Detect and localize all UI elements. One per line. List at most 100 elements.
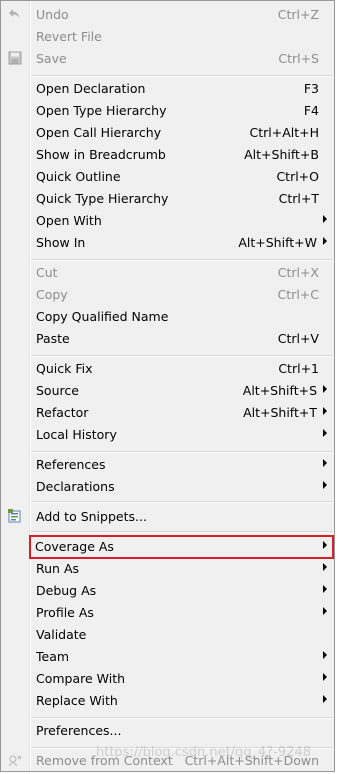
menu-item-shortcut: Alt+Shift+S [242,383,317,398]
separator [31,75,333,77]
menu-item-label: Show In [36,235,86,250]
menu-item-label: Declarations [36,479,115,494]
menu-item-label: Paste [36,331,70,346]
menu-item-label: Show in Breadcrumb [36,147,166,162]
menu-item-team[interactable]: Team [31,646,333,668]
separator [31,259,333,261]
menu-item-label: Revert File [36,29,102,44]
menu-item-label: Refactor [36,405,89,420]
menu-item-shortcut: Ctrl+Z [277,7,319,22]
menu-item-label: Team [36,649,70,664]
menu-item-shortcut: Ctrl+S [278,51,319,66]
submenu-arrow-icon [323,237,327,245]
menu-item-label: Quick Fix [36,361,93,376]
icon-gutter [1,1,29,771]
separator [31,717,333,719]
menu-item-save: Save Ctrl+S [31,48,333,70]
menu-item-undo: Undo Ctrl+Z [31,4,333,26]
snippet-icon [8,509,21,523]
submenu-arrow-icon [323,651,327,659]
menu-item-cut: Cut Ctrl+X [31,262,333,284]
menu-item-label: Copy Qualified Name [36,309,169,324]
menu-item-shortcut: F4 [303,103,319,118]
menu-item-open-call-hierarchy[interactable]: Open Call Hierarchy Ctrl+Alt+H [31,122,333,144]
separator [31,501,333,503]
menu-item-shortcut: Ctrl+Alt+H [249,125,319,140]
menu-item-debug-as[interactable]: Debug As [31,580,333,602]
menu-item-copy: Copy Ctrl+C [31,284,333,306]
menu-item-revert-file: Revert File [31,26,333,48]
undo-icon [9,9,20,18]
menu-item-validate[interactable]: Validate [31,624,333,646]
menu-item-show-in-breadcrumb[interactable]: Show in Breadcrumb Alt+Shift+B [31,144,333,166]
menu-item-label: Add to Snippets... [36,509,147,524]
watermark: https://blog.csdn.net/qq_4?-9248 [96,745,312,760]
menu-item-label: Open Declaration [36,81,146,96]
menu-item-label: Preferences... [36,723,122,738]
submenu-arrow-icon [323,481,327,489]
menu-item-label: Cut [36,265,58,280]
menu-item-profile-as[interactable]: Profile As [31,602,333,624]
menu-item-shortcut: Ctrl+O [276,169,319,184]
menu-item-label: Local History [36,427,117,442]
submenu-arrow-icon [323,695,327,703]
menu-item-show-in[interactable]: Show In Alt+Shift+W [31,232,333,254]
menu-item-label: Replace With [36,693,118,708]
menu-item-label: Quick Outline [36,169,121,184]
menu-item-open-declaration[interactable]: Open Declaration F3 [31,78,333,100]
menu-item-shortcut: Ctrl+C [277,287,319,302]
menu-item-label: Source [36,383,79,398]
menu-item-shortcut: F3 [303,81,319,96]
menu-item-refactor[interactable]: Refactor Alt+Shift+T [31,402,333,424]
submenu-arrow-icon [323,563,327,571]
menu-item-label: Coverage As [35,539,114,554]
menu-item-quick-fix[interactable]: Quick Fix Ctrl+1 [31,358,333,380]
submenu-arrow-icon [323,407,327,415]
separator [31,355,333,357]
menu-item-label: Save [36,51,67,66]
menu-item-compare-with[interactable]: Compare With [31,668,333,690]
submenu-arrow-icon [323,429,327,437]
menu-item-label: Quick Type Hierarchy [36,191,169,206]
submenu-arrow-icon [323,607,327,615]
menu-item-paste[interactable]: Paste Ctrl+V [31,328,333,350]
menu-item-label: Open With [36,213,102,228]
menu-item-quick-outline[interactable]: Quick Outline Ctrl+O [31,166,333,188]
menu-item-label: Undo [36,7,69,22]
submenu-arrow-icon [323,673,327,681]
menu-item-shortcut: Ctrl+V [277,331,319,346]
menu-item-shortcut: Ctrl+T [278,191,319,206]
submenu-arrow-icon [323,541,327,549]
menu-item-open-type-hierarchy[interactable]: Open Type Hierarchy F4 [31,100,333,122]
menu-item-label: Run As [36,561,80,576]
menu-item-label: Open Call Hierarchy [36,125,162,140]
menu-item-references[interactable]: References [31,454,333,476]
save-icon [8,51,22,65]
menu-item-label: Open Type Hierarchy [36,103,167,118]
menu-item-open-with[interactable]: Open With [31,210,333,232]
menu-item-shortcut: Alt+Shift+W [238,235,317,250]
submenu-arrow-icon [323,459,327,467]
menu-item-shortcut: Ctrl+1 [278,361,319,376]
menu-item-preferences[interactable]: Preferences... [31,720,333,742]
separator [31,451,333,453]
menu-item-label: Compare With [36,671,126,686]
menu-item-source[interactable]: Source Alt+Shift+S [31,380,333,402]
submenu-arrow-icon [323,215,327,223]
menu-item-quick-type-hierarchy[interactable]: Quick Type Hierarchy Ctrl+T [31,188,333,210]
menu-item-shortcut: Ctrl+X [277,265,319,280]
menu-item-copy-qualified-name[interactable]: Copy Qualified Name [31,306,333,328]
menu-item-local-history[interactable]: Local History [31,424,333,446]
menu-item-coverage-as[interactable]: Coverage As [29,535,334,559]
menu-item-shortcut: Alt+Shift+B [244,147,319,162]
submenu-arrow-icon [323,385,327,393]
context-menu: Undo Ctrl+Z Revert File Save Ctrl+S Open Decl… [0,0,335,772]
menu-item-add-to-snippets[interactable]: Add to Snippets... [31,506,333,528]
context-icon [8,755,22,767]
menu-item-declarations[interactable]: Declarations [31,476,333,498]
menu-item-label: Copy [36,287,68,302]
submenu-arrow-icon [323,585,327,593]
menu-item-run-as[interactable]: Run As [31,558,333,580]
menu-item-replace-with[interactable]: Replace With [31,690,333,712]
menu-item-label: Profile As [36,605,94,620]
